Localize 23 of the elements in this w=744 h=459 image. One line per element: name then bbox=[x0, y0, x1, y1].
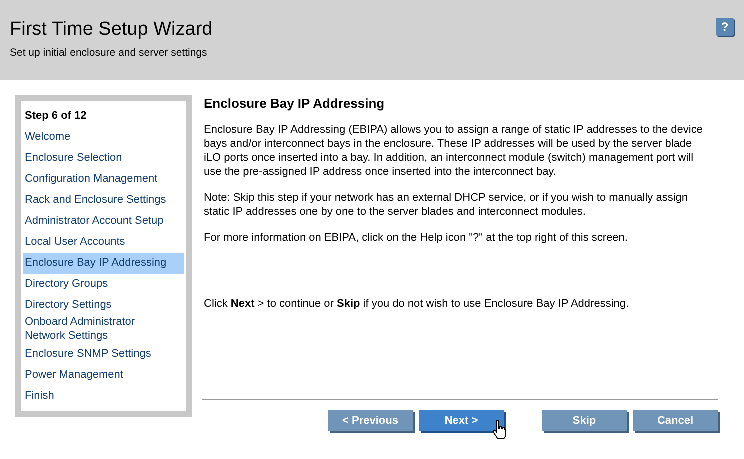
step-item[interactable]: Configuration Management bbox=[23, 168, 184, 190]
wizard-title: First Time Setup Wizard bbox=[10, 18, 213, 42]
step-item[interactable]: Finish bbox=[23, 385, 184, 406]
step-item[interactable]: Power Management bbox=[23, 364, 184, 385]
instruction-text: Click Next > to continue or Skip if you do not wish to use Enclosure Bay IP Addressing. bbox=[204, 297, 630, 311]
step-item[interactable]: Local User Accounts bbox=[23, 232, 184, 253]
hand-cursor-icon bbox=[493, 420, 507, 440]
step-item[interactable]: Rack and Enclosure Settings bbox=[23, 190, 184, 211]
step-counter: Step 6 of 12 bbox=[24, 109, 88, 124]
description-paragraph: For more information on EBIPA, click on the Help icon "?" at the top right of this screen. bbox=[204, 231, 629, 245]
step-item[interactable]: Enclosure SNMP Settings bbox=[23, 343, 184, 364]
page-heading: Enclosure Bay IP Addressing bbox=[204, 96, 386, 111]
step-item[interactable]: Administrator Account Setup bbox=[23, 210, 184, 232]
description-paragraph: Note: Skip this step if your network has an external DHCP service, or if you wish to manually assign static IP addresses one by one to the server blades and interconnect modules. bbox=[204, 191, 690, 219]
step-item[interactable]: Directory Groups bbox=[23, 274, 184, 295]
step-item[interactable]: Welcome bbox=[23, 126, 184, 148]
help-button[interactable]: ? bbox=[716, 18, 734, 36]
description-paragraph: Enclosure Bay IP Addressing (EBIPA) allows you to assign a range of static IP addresses to the device bays and/or interconnect bays in the enclosure. These IP addresses will be used by the server blade iLO ports once inserted into a bay. In addition, an interconnect module (switch) management port will use the pre-assigned IP address once inserted into the interconnect bay. bbox=[204, 123, 704, 179]
wizard-subtitle: Set up initial enclosure and server settings bbox=[10, 47, 208, 59]
step-item[interactable]: Enclosure Selection bbox=[23, 148, 184, 169]
step-item[interactable]: Enclosure Bay IP Addressing bbox=[23, 252, 184, 274]
step-item[interactable]: Onboard Administrator Network Settings bbox=[23, 316, 184, 343]
step-item[interactable]: Directory Settings bbox=[23, 294, 184, 316]
